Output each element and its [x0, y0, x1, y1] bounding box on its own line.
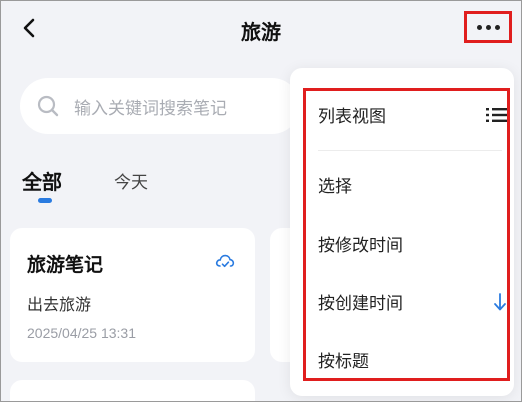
cloud-sync-icon — [215, 254, 235, 268]
note-date: 2025/04/25 13:31 — [27, 325, 136, 341]
note-card[interactable]: 旅游笔记 出去旅游 2025/04/25 13:31 — [10, 228, 255, 362]
more-options-button[interactable] — [464, 11, 512, 43]
menu-item-label: 列表视图 — [318, 107, 386, 127]
more-dots-icon — [476, 24, 500, 30]
tab-all[interactable]: 全部 — [22, 166, 62, 195]
menu-divider — [318, 150, 502, 151]
menu-item-sort-modified[interactable]: 按修改时间 — [318, 231, 508, 256]
menu-item-label: 按标题 — [318, 352, 369, 372]
search-input[interactable]: 输入关键词搜索笔记 — [74, 94, 227, 119]
tab-today[interactable]: 今天 — [114, 168, 148, 193]
menu-item-sort-created[interactable]: 按创建时间 — [318, 289, 508, 314]
active-tab-indicator — [38, 198, 52, 203]
menu-item-label: 按修改时间 — [318, 236, 403, 256]
note-card-partial-bottom[interactable] — [10, 380, 255, 402]
menu-item-select[interactable]: 选择 — [318, 172, 508, 197]
menu-item-sort-title[interactable]: 按标题 — [318, 347, 508, 372]
list-icon — [486, 107, 508, 122]
search-icon — [37, 95, 59, 117]
menu-item-label: 按创建时间 — [318, 294, 403, 314]
search-bar[interactable]: 输入关键词搜索笔记 — [20, 78, 300, 134]
page-title: 旅游 — [241, 20, 281, 44]
note-title: 旅游笔记 — [27, 254, 104, 276]
top-bar: 旅游 — [0, 0, 522, 60]
menu-item-label: 选择 — [318, 177, 352, 197]
note-description: 出去旅游 — [27, 295, 92, 314]
arrow-down-icon — [494, 292, 506, 310]
menu-item-list-view[interactable]: 列表视图 — [318, 102, 508, 127]
